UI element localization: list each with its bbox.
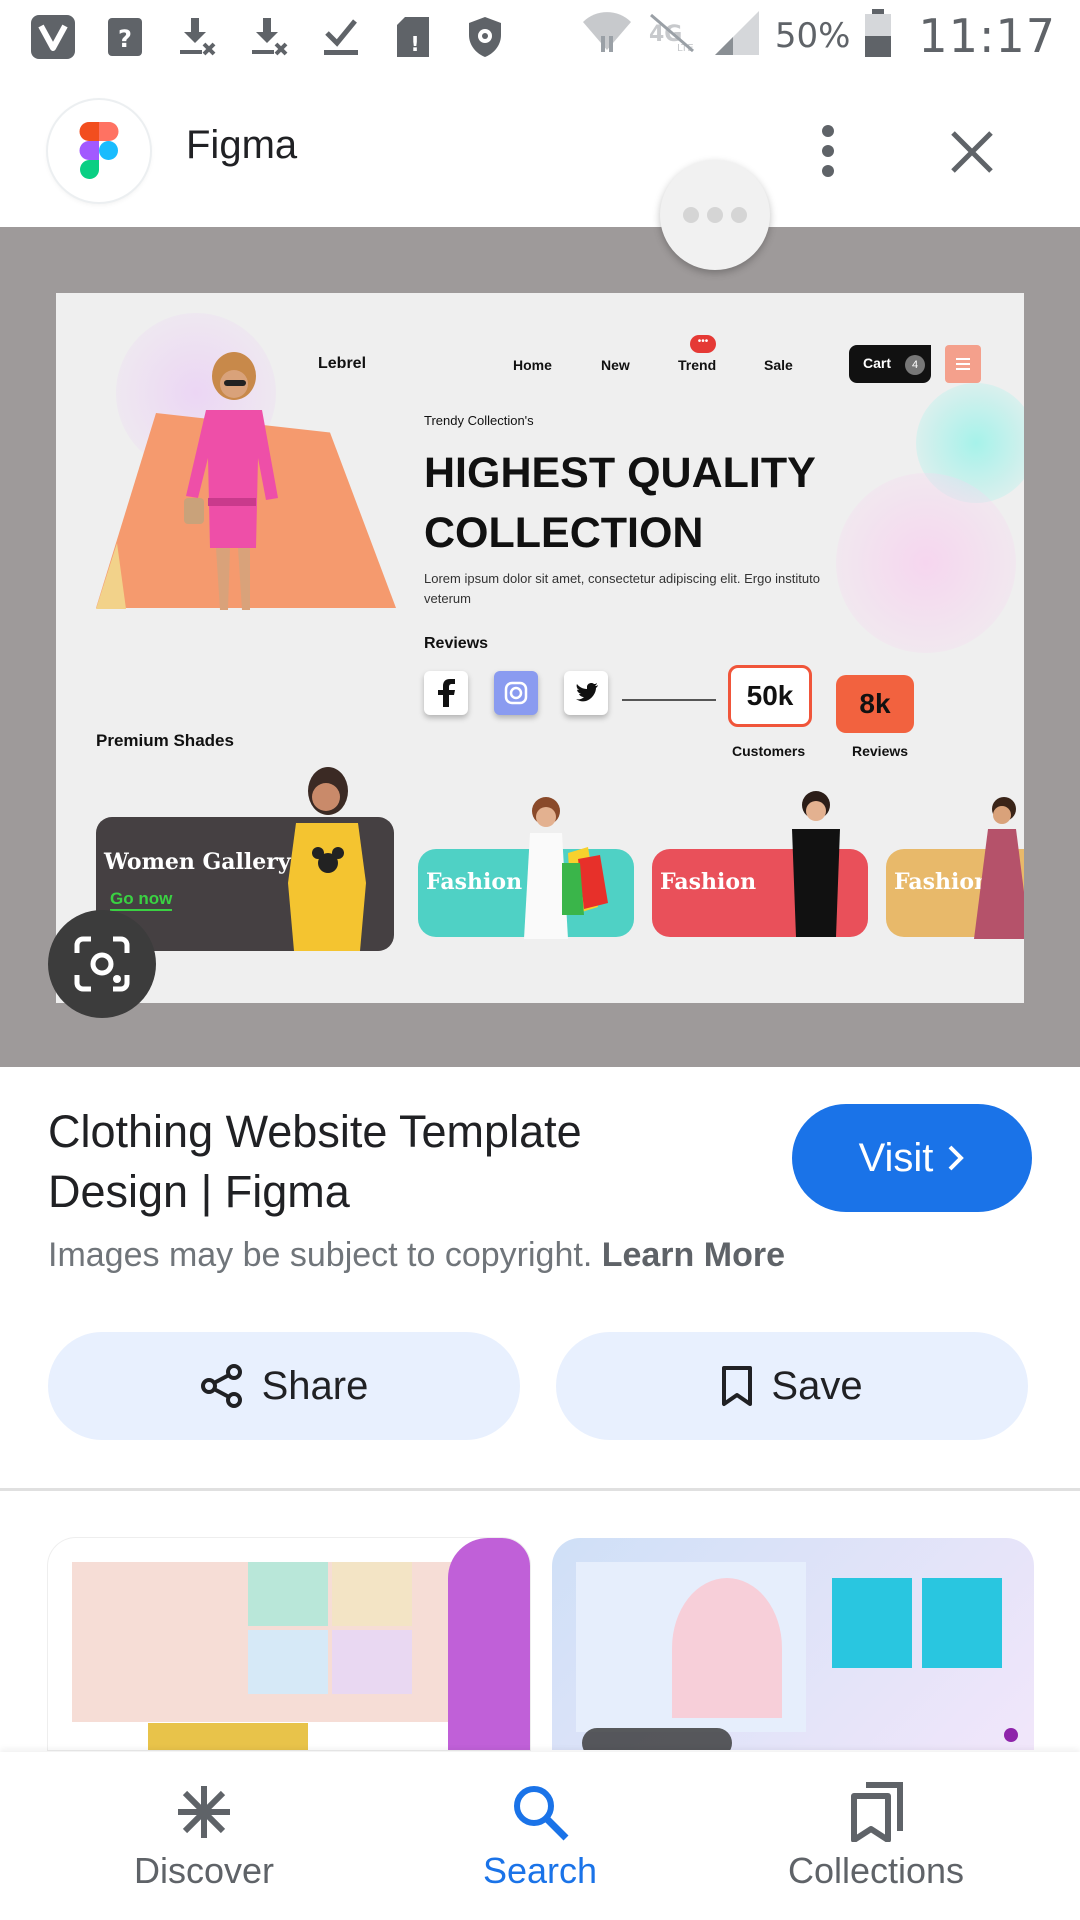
download-done-icon	[316, 12, 366, 62]
related-image-card[interactable]	[48, 1538, 530, 1750]
related-image	[448, 1538, 530, 1750]
mock-headline: HIGHEST QUALITY COLLECTION	[424, 449, 816, 557]
mock-stat-reviews-label: Reviews	[852, 743, 909, 759]
mock-cart-button: Cart 4	[849, 345, 931, 383]
result-header: Figma	[0, 75, 1080, 227]
mock-stat-customers-label: Customers	[732, 743, 806, 759]
mock-divider-line	[622, 699, 716, 701]
related-image	[1004, 1728, 1018, 1742]
copyright-text: Images may be subject to copyright.	[48, 1236, 593, 1274]
notification-icons: ? !	[28, 12, 510, 62]
download-failed-icon	[172, 12, 222, 62]
clock: 11:17	[918, 8, 1056, 63]
system-status: 4G LTE 50% 11:17	[581, 8, 1056, 63]
mock-cart-label: Cart	[863, 355, 892, 371]
hamburger-icon	[945, 345, 981, 383]
mock-nav-home: Home	[513, 357, 552, 373]
visit-button[interactable]: Visit	[792, 1104, 1032, 1212]
mock-card-title: Fashion	[660, 869, 757, 895]
nav-discover-label: Discover	[133, 1850, 275, 1891]
related-image	[832, 1578, 912, 1668]
figma-logo	[79, 122, 119, 179]
close-icon	[951, 131, 993, 173]
card-model-image	[792, 791, 840, 937]
mock-nav-sale: Sale	[764, 357, 793, 373]
drag-handle[interactable]	[660, 160, 770, 270]
visit-button-label: Visit	[858, 1135, 934, 1180]
nav-search[interactable]: Search	[360, 1752, 720, 1920]
gallery-model-image	[288, 767, 366, 951]
no-lte-icon: 4G LTE	[647, 11, 699, 60]
site-name[interactable]: Figma	[186, 123, 297, 168]
related-image	[332, 1630, 412, 1694]
signal-icon	[713, 9, 761, 62]
card-model-image	[524, 797, 608, 939]
asterisk-icon	[178, 1786, 230, 1838]
nav-collections[interactable]: Collections	[696, 1752, 1056, 1920]
sim-alert-icon: !	[388, 12, 438, 62]
mock-gallery-link: Go now	[110, 889, 173, 911]
svg-text:?: ?	[118, 25, 132, 53]
related-image	[248, 1562, 328, 1626]
share-icon	[200, 1364, 242, 1408]
copyright-notice: Images may be subject to copyright. Lear…	[48, 1236, 785, 1275]
related-image	[922, 1578, 1002, 1668]
facebook-icon	[424, 671, 468, 715]
nav-discover[interactable]: Discover	[24, 1752, 384, 1920]
decor-blob	[836, 473, 1016, 653]
related-image-card[interactable]	[552, 1538, 1034, 1750]
more-options-button[interactable]	[800, 115, 856, 187]
share-button[interactable]: Share	[48, 1332, 520, 1440]
wifi-icon	[581, 8, 633, 63]
bottom-navigation: Discover Search Collections	[0, 1752, 1080, 1920]
vivaldi-icon	[28, 12, 78, 62]
section-divider	[0, 1488, 1080, 1491]
related-image	[672, 1578, 782, 1718]
chevron-right-icon	[949, 1145, 965, 1171]
collections-icon	[851, 1782, 903, 1842]
mock-stat-customers: 50k	[728, 665, 812, 727]
mock-body-text: Lorem ipsum dolor sit amet, consectetur …	[424, 571, 820, 606]
battery-icon	[864, 8, 892, 63]
mock-tagline: Trendy Collection's	[424, 413, 534, 428]
close-button[interactable]	[940, 120, 1004, 184]
share-label: Share	[261, 1363, 369, 1408]
chat-badge-icon: •••	[690, 335, 716, 353]
mock-nav-trend: Trend	[678, 357, 717, 373]
mock-nav-new: New	[601, 357, 630, 373]
result-title[interactable]: Clothing Website Template Design | Figma	[48, 1102, 648, 1222]
mock-gallery-title: Women Gallery	[104, 849, 291, 875]
nav-collections-label: Collections	[787, 1850, 965, 1891]
related-image	[582, 1728, 732, 1750]
hero-model-image	[184, 352, 278, 610]
learn-more-link[interactable]: Learn More	[602, 1236, 785, 1274]
help-icon: ?	[100, 12, 150, 62]
mock-brand: Lebrel	[318, 355, 367, 372]
more-vert-icon	[822, 125, 834, 177]
mock-reviews-label: Reviews	[424, 635, 489, 652]
related-image	[148, 1723, 308, 1750]
card-model-image	[974, 797, 1024, 939]
save-button[interactable]: Save	[556, 1332, 1028, 1440]
preview-image[interactable]: Lebrel Home New ••• Trend Sale Cart 4 Tr…	[56, 293, 1024, 1003]
battery-percent: 50%	[774, 15, 851, 56]
shield-icon	[460, 12, 510, 62]
save-label: Save	[771, 1363, 863, 1408]
svg-text:!: !	[410, 32, 419, 56]
mock-cart-count: 4	[905, 355, 925, 375]
instagram-icon	[494, 671, 538, 715]
lens-icon	[74, 936, 130, 992]
twitter-icon	[564, 671, 608, 715]
site-favicon[interactable]	[48, 100, 150, 202]
search-icon	[514, 1786, 569, 1841]
related-image	[332, 1562, 412, 1626]
nav-search-label: Search	[482, 1850, 598, 1891]
bookmark-icon	[722, 1366, 753, 1406]
related-image	[248, 1630, 328, 1694]
mock-stat-reviews: 8k	[836, 675, 914, 733]
lens-search-button[interactable]	[48, 910, 156, 1018]
download-failed-icon	[244, 12, 294, 62]
mock-premium-label: Premium Shades	[96, 731, 234, 750]
status-bar: ? ! 4G LTE 50% 11:17	[0, 0, 1080, 75]
